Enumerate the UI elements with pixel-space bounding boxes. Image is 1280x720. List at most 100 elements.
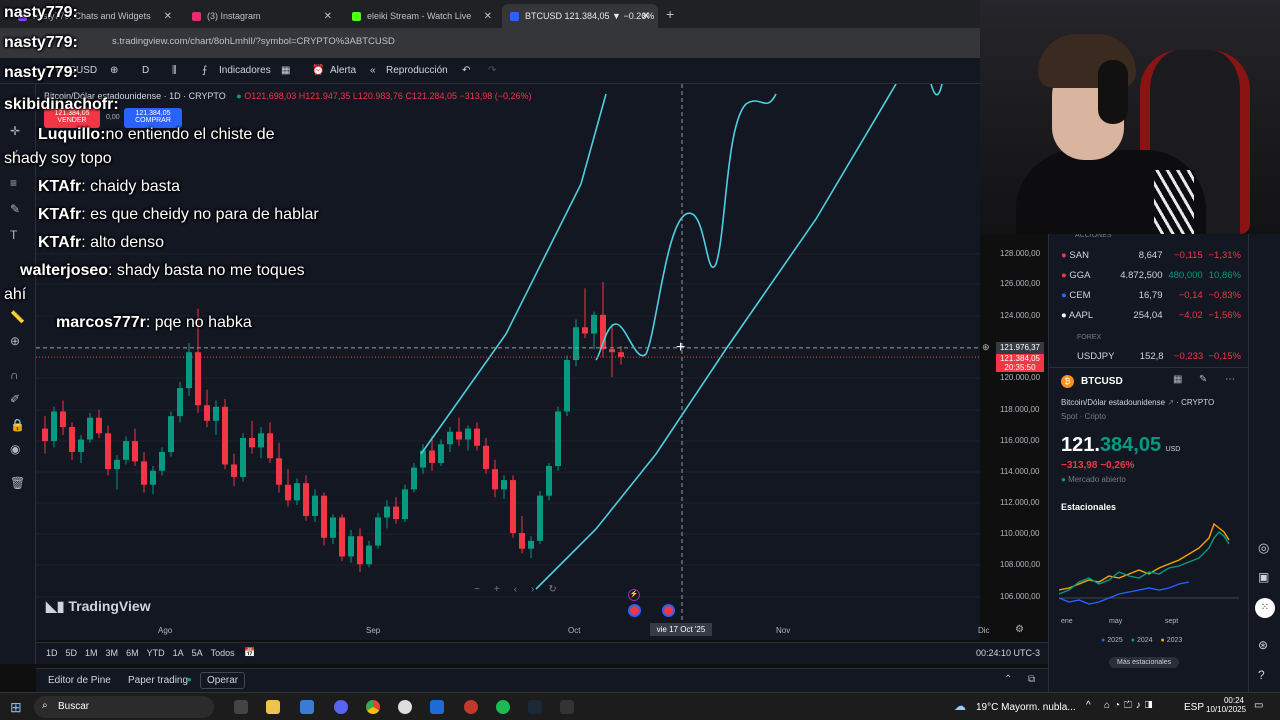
maximize-icon[interactable]: ⧉ <box>1028 674 1035 685</box>
watchlist-row[interactable]: ● SAN 8,647 −0,115 −1,31% <box>1061 246 1241 264</box>
pine-editor-tab[interactable]: Editor de Pine <box>48 675 111 686</box>
date-range-icon[interactable]: 📅 <box>244 647 255 658</box>
close-icon[interactable]: ✕ <box>164 11 172 22</box>
edit-icon[interactable]: ✎ <box>1199 374 1207 385</box>
apps-icon[interactable]: ⁙ <box>1255 598 1275 618</box>
broadcast-icon[interactable]: ⊛ <box>1258 638 1268 652</box>
price-alert-icon[interactable]: ⊕ <box>982 342 990 353</box>
magnet-icon[interactable]: ∩ <box>10 368 19 382</box>
zoom-icon[interactable]: ⊕ <box>10 334 20 348</box>
seasonals-chart[interactable] <box>1059 518 1239 618</box>
operate-tab[interactable]: Operar <box>200 672 246 689</box>
tray-chevron-icon[interactable]: ^ <box>1086 700 1091 711</box>
tray-icons[interactable]: ⌂◔⏍♪◨ <box>1104 700 1156 711</box>
collapse-icon[interactable]: ⌃ <box>1004 674 1012 685</box>
more-seasonals-button[interactable]: Más estacionales <box>1109 657 1180 668</box>
drawing-toolbar: ✛ ╱ ≡ ✎ T 📏 ⊕ ∩ ✐ 🔒 ◉ 🗑 <box>0 84 36 664</box>
app-blue-icon[interactable] <box>430 700 444 714</box>
chrome-icon[interactable] <box>366 700 380 714</box>
calendar-icon[interactable]: ▣ <box>1258 570 1269 584</box>
spotify-icon[interactable] <box>496 700 510 714</box>
fib-icon[interactable]: ≡ <box>10 176 17 190</box>
range-button[interactable]: 1A <box>173 648 184 658</box>
taskbar-search[interactable]: ⌕ Buscar <box>34 696 214 718</box>
taskbar-clock[interactable]: 00:24 10/10/2025 <box>1206 696 1246 714</box>
settings-gear-icon[interactable]: ⚙ <box>1015 624 1024 635</box>
grid-icon[interactable]: ▦ <box>1173 374 1182 385</box>
text-icon[interactable]: T <box>10 228 17 242</box>
candle-body <box>114 459 120 470</box>
windows-taskbar: ⊞ ⌕ Buscar ☁ 19°C Mayorm. nubla... ^ ⌂◔⏍… <box>0 692 1280 720</box>
candlestick-svg[interactable]: + <box>36 84 980 640</box>
close-icon[interactable]: ✕ <box>484 11 492 22</box>
us-flag-event-icon[interactable] <box>628 604 641 617</box>
brush-icon[interactable]: ✎ <box>10 202 20 216</box>
lock-icon[interactable]: 🔒 <box>10 418 25 432</box>
epic-games-icon[interactable] <box>560 700 574 714</box>
add-symbol-icon[interactable]: ⊕ <box>110 65 118 76</box>
github-icon[interactable] <box>398 700 412 714</box>
external-link-icon[interactable]: ↗ <box>1167 398 1176 407</box>
notifications-icon[interactable]: ▭ <box>1254 700 1263 711</box>
replay-button[interactable]: Reproducción <box>386 65 448 76</box>
scroll-left-icon[interactable]: ‹ <box>514 584 517 595</box>
flash-event-icon[interactable]: ⚡ <box>628 589 640 601</box>
tab-instagram[interactable]: (3) Instagram ✕ <box>184 4 340 28</box>
language-text[interactable]: ESP <box>1184 702 1204 713</box>
percent-text: −1,31% <box>1208 249 1242 261</box>
redo-icon[interactable]: ↷ <box>488 65 496 76</box>
address-bar[interactable]: s.tradingview.com/chart/8ohLmhlI/?symbol… <box>0 28 980 58</box>
crosshair-icon[interactable]: ✛ <box>10 124 20 138</box>
help-icon[interactable]: ? <box>1258 668 1265 682</box>
discord-icon[interactable] <box>334 700 348 714</box>
more-icon[interactable]: ⋯ <box>1225 374 1235 385</box>
range-button[interactable]: 5D <box>66 648 78 658</box>
tab-btcusd[interactable]: BTCUSD 121.384,05 ▼ −0.26% ✕ <box>502 4 658 28</box>
seasonals-title: Estacionales <box>1061 502 1117 512</box>
interval-select[interactable]: D <box>142 65 149 76</box>
range-button[interactable]: 1M <box>85 648 98 658</box>
range-button[interactable]: 5A <box>192 648 203 658</box>
tab-kick[interactable]: eleiki Stream - Watch Live ✕ <box>344 4 500 28</box>
range-button[interactable]: 3M <box>106 648 119 658</box>
task-view-icon[interactable] <box>234 700 248 714</box>
chat-username: walterjoseo <box>20 262 109 279</box>
file-explorer-icon[interactable] <box>266 700 280 714</box>
buy-button[interactable]: 121.384,05 COMPRAR <box>124 108 182 128</box>
trash-icon[interactable]: 🗑 <box>10 476 25 490</box>
range-button[interactable]: YTD <box>147 648 165 658</box>
new-tab-button[interactable]: + <box>666 6 674 22</box>
compass-icon[interactable]: ◎ <box>1258 540 1269 556</box>
us-flag-event-icon[interactable] <box>662 604 675 617</box>
close-icon[interactable]: ✕ <box>324 11 332 22</box>
windows-start-icon[interactable]: ⊞ <box>10 699 22 716</box>
price-chart[interactable]: + <box>36 84 980 640</box>
layouts-icon[interactable]: ▦ <box>281 65 290 76</box>
reset-icon[interactable]: ↻ <box>548 584 556 595</box>
candle-body <box>528 540 534 549</box>
alert-button[interactable]: Alerta <box>330 65 356 76</box>
store-icon[interactable] <box>300 700 314 714</box>
indicators-button[interactable]: Indicadores <box>219 65 271 76</box>
range-button[interactable]: 1D <box>46 648 58 658</box>
steam-icon[interactable] <box>528 700 542 714</box>
watchlist-row[interactable]: ● AAPL 254,04 −4,02 −1,56% <box>1061 306 1241 324</box>
paper-trading-tab[interactable]: Paper trading <box>128 675 188 686</box>
undo-icon[interactable]: ↶ <box>462 65 470 76</box>
range-button[interactable]: 6M <box>126 648 139 658</box>
zoom-out-icon[interactable]: − <box>474 584 480 595</box>
zoom-in-icon[interactable]: + <box>494 584 500 595</box>
watchlist-row-usdjpy[interactable]: USDJPY 152,8 −0,233 −0,15% <box>1061 350 1241 362</box>
close-icon[interactable]: ✕ <box>642 11 650 22</box>
obs-icon[interactable] <box>464 700 478 714</box>
clock-text[interactable]: 00:24:10 UTC-3 <box>976 648 1040 658</box>
weather-text[interactable]: 19°C Mayorm. nubla... <box>976 702 1076 713</box>
watchlist-row[interactable]: ● CEM 16,79 −0,14 −0,83% <box>1061 286 1241 304</box>
ruler-icon[interactable]: 📏 <box>10 310 25 324</box>
pencil-lock-icon[interactable]: ✐ <box>10 392 20 406</box>
range-button[interactable]: Todos <box>211 648 235 658</box>
scroll-right-icon[interactable]: › <box>531 584 534 595</box>
chart-type-icon[interactable]: ⫼ <box>172 65 177 76</box>
watchlist-row[interactable]: ● GGA 4.872,500 480,000 10,86% <box>1061 266 1241 284</box>
eye-icon[interactable]: ◉ <box>10 442 20 456</box>
